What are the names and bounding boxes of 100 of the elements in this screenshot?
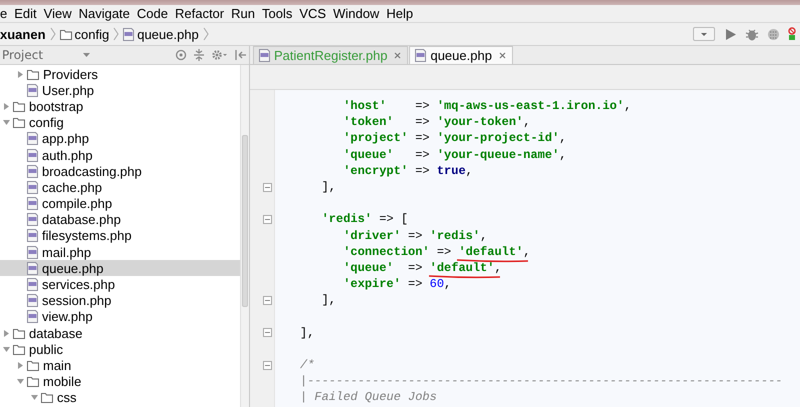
tree-item[interactable]: services.php bbox=[0, 276, 240, 293]
settings-icon[interactable] bbox=[211, 49, 228, 61]
code-line: 'connection' => 'default', bbox=[342, 244, 532, 260]
close-icon[interactable] bbox=[498, 52, 506, 59]
php-file-icon bbox=[27, 148, 38, 162]
php-file-icon bbox=[27, 278, 38, 292]
chevron-down-icon[interactable] bbox=[3, 119, 10, 126]
tree-item[interactable]: mobile bbox=[0, 374, 240, 390]
code-line: 'encrypt' => true, bbox=[342, 162, 474, 179]
chevron-down-icon[interactable] bbox=[17, 378, 24, 386]
chevron-right-icon[interactable] bbox=[3, 102, 10, 110]
fold-icon[interactable] bbox=[263, 328, 272, 338]
coverage-icon[interactable] bbox=[767, 28, 780, 40]
php-file-icon bbox=[27, 84, 38, 97]
code-line: ], bbox=[320, 292, 338, 308]
php-file-icon bbox=[27, 246, 38, 259]
menu-item[interactable]: View bbox=[40, 6, 75, 22]
stop-icon[interactable] bbox=[788, 27, 798, 41]
menu-item[interactable]: Run bbox=[227, 6, 258, 22]
menu-item[interactable]: VCS bbox=[295, 6, 330, 22]
code-line: | Failed Queue Jobs bbox=[300, 389, 438, 406]
chevron-right-icon bbox=[50, 27, 56, 41]
menu-item[interactable]: Navigate bbox=[74, 6, 133, 22]
bug-icon[interactable] bbox=[745, 28, 759, 40]
php-file-icon bbox=[27, 132, 38, 146]
folder-icon bbox=[13, 344, 25, 355]
tree-item[interactable]: app.php bbox=[0, 130, 240, 147]
folder-icon bbox=[27, 68, 39, 80]
target-icon[interactable] bbox=[175, 49, 187, 61]
menu-item[interactable]: Code bbox=[132, 6, 171, 22]
tree-item[interactable]: User.php bbox=[0, 82, 240, 98]
php-file-icon bbox=[27, 164, 38, 178]
folder-icon bbox=[13, 117, 25, 128]
scrollbar[interactable] bbox=[240, 65, 249, 407]
collapse-all-icon[interactable] bbox=[194, 49, 204, 61]
php-file-icon bbox=[27, 310, 38, 324]
folder-icon bbox=[13, 328, 25, 339]
code-line: 'token' => 'your-token', bbox=[342, 114, 532, 130]
code-line: ], bbox=[320, 178, 338, 196]
tree-item[interactable]: database bbox=[0, 325, 240, 342]
tree-item[interactable]: view.php bbox=[0, 308, 240, 325]
menu-item[interactable]: Edit bbox=[10, 6, 40, 22]
breadcrumb[interactable]: xuanen bbox=[0, 26, 49, 42]
fold-icon[interactable] bbox=[263, 214, 272, 224]
folder-icon bbox=[60, 28, 72, 40]
tree-item[interactable]: cache.php bbox=[0, 179, 240, 196]
php-file-icon bbox=[27, 213, 38, 226]
caret-icon bbox=[83, 53, 90, 57]
chevron-right-icon[interactable] bbox=[17, 70, 24, 78]
code-line: 'driver' => 'redis', bbox=[342, 228, 488, 244]
php-file-icon bbox=[27, 197, 38, 210]
chevron-right-icon[interactable] bbox=[3, 330, 10, 337]
tree-item[interactable]: queue.php bbox=[0, 260, 240, 276]
tree-item[interactable]: broadcasting.php bbox=[0, 163, 240, 180]
tree-item[interactable]: config bbox=[0, 114, 240, 131]
tree-item[interactable]: filesystems.php bbox=[0, 228, 240, 244]
code-line: /* bbox=[300, 357, 316, 374]
run-icon[interactable] bbox=[725, 28, 737, 40]
tree-item[interactable]: main bbox=[0, 357, 240, 374]
code-line: 'host' => 'mq-aws-us-east-1.iron.io', bbox=[342, 98, 632, 114]
chevron-right-icon bbox=[202, 27, 209, 41]
menu-item[interactable]: Help bbox=[382, 6, 416, 22]
chevron-down-icon[interactable] bbox=[31, 394, 38, 402]
code-line: ], bbox=[300, 324, 316, 341]
code-line: 'queue' => 'your-queue-name', bbox=[342, 146, 568, 163]
caret-icon bbox=[700, 32, 708, 36]
scrollbar-thumb[interactable] bbox=[242, 135, 248, 307]
menu-item[interactable]: Refactor bbox=[170, 6, 228, 22]
folder-icon bbox=[13, 100, 25, 112]
tree-item[interactable]: mail.php bbox=[0, 244, 240, 260]
fold-icon[interactable] bbox=[263, 296, 272, 305]
tree-item[interactable]: compile.php bbox=[0, 196, 240, 212]
chevron-right-icon[interactable] bbox=[17, 362, 24, 369]
php-file-icon bbox=[123, 28, 134, 40]
tree-item[interactable]: bootstrap bbox=[0, 98, 240, 115]
hide-panel-icon[interactable] bbox=[235, 49, 246, 61]
php-file-icon bbox=[27, 262, 38, 275]
fold-icon[interactable] bbox=[263, 182, 272, 192]
tree-item[interactable]: database.php bbox=[0, 212, 240, 228]
fold-icon[interactable] bbox=[263, 360, 272, 370]
tree-item[interactable]: public bbox=[0, 341, 240, 358]
code-line: 'project' => 'your-project-id', bbox=[342, 130, 568, 147]
menu-item[interactable]: Window bbox=[329, 6, 382, 22]
menu-item[interactable]: Tools bbox=[258, 6, 296, 22]
project-view-dropdown[interactable]: Project bbox=[2, 48, 44, 62]
tree-item[interactable]: Providers bbox=[0, 66, 240, 82]
code-line: 'queue' => 'default', bbox=[342, 260, 503, 276]
php-file-icon bbox=[259, 49, 270, 62]
php-file-icon bbox=[27, 180, 38, 194]
breadcrumb[interactable]: queue.php bbox=[120, 26, 202, 42]
tree-item[interactable]: session.php bbox=[0, 292, 240, 309]
tree-item[interactable]: auth.php bbox=[0, 146, 240, 164]
run-configuration-dropdown[interactable] bbox=[693, 27, 715, 41]
chevron-down-icon[interactable] bbox=[3, 346, 10, 353]
menu-item[interactable]: e bbox=[0, 6, 10, 22]
folder-icon bbox=[27, 376, 39, 388]
breadcrumb[interactable]: config bbox=[56, 26, 112, 42]
tree-item[interactable]: css bbox=[0, 390, 240, 406]
editor-tab[interactable]: queue.php bbox=[409, 46, 513, 64]
close-icon[interactable] bbox=[394, 52, 402, 59]
